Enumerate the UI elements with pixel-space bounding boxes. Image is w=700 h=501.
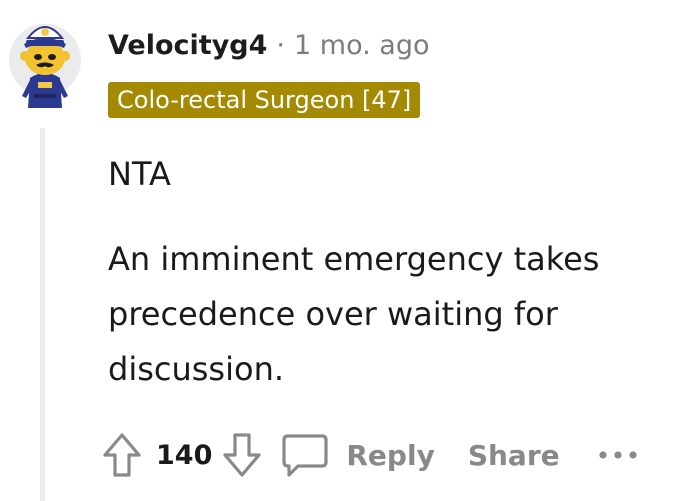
- thread-line[interactable]: [40, 128, 45, 501]
- speech-bubble-icon: [280, 432, 330, 478]
- comment-body-paragraph: NTA: [108, 155, 171, 193]
- share-button[interactable]: Share: [468, 439, 560, 472]
- vote-score: 140: [156, 439, 213, 471]
- snoo-police-avatar-icon: [9, 24, 81, 108]
- ellipsis-icon[interactable]: [598, 448, 638, 462]
- comment: Velocityg4 · 1 mo. ago Colo-rectal Surge…: [0, 0, 700, 501]
- reply-label: Reply: [346, 438, 435, 472]
- comment-actions: 140 Reply Share: [102, 428, 638, 482]
- separator-dot: ·: [276, 30, 286, 61]
- reply-button[interactable]: Reply: [280, 432, 435, 478]
- upvote-arrow-icon[interactable]: [102, 432, 142, 478]
- avatar[interactable]: [8, 8, 82, 112]
- timestamp[interactable]: 1 mo. ago: [294, 26, 429, 66]
- username[interactable]: Velocityg4: [108, 26, 267, 66]
- comment-header: Velocityg4 · 1 mo. ago: [108, 26, 430, 66]
- comment-body-paragraph: An imminent emergency takes precedence o…: [108, 240, 600, 388]
- downvote-arrow-icon[interactable]: [222, 432, 262, 478]
- user-flair: Colo-rectal Surgeon [47]: [108, 82, 421, 118]
